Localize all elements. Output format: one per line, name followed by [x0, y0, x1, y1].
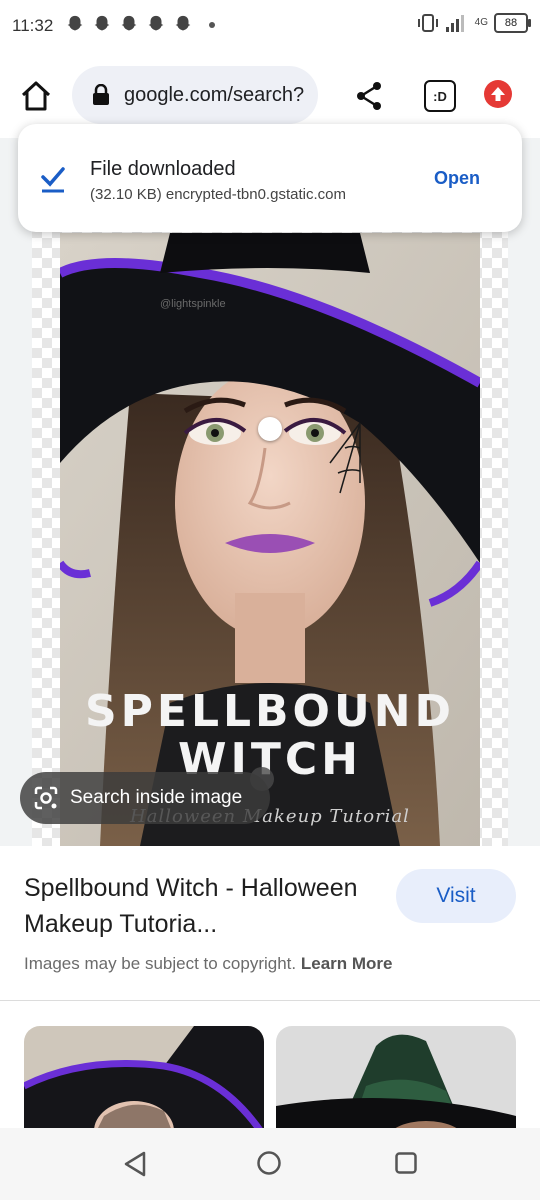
url-bar[interactable]: google.com/search?	[72, 66, 318, 124]
back-icon[interactable]	[122, 1150, 148, 1178]
search-inside-image-label: Search inside image	[70, 787, 243, 808]
home-icon[interactable]	[18, 78, 54, 114]
visit-button[interactable]: Visit	[396, 869, 516, 923]
network-type: 4G	[474, 17, 488, 28]
status-bar: 11:32 4G 88	[0, 0, 540, 52]
vibrate-icon	[417, 14, 438, 32]
image-watermark: @lightspinkle	[160, 298, 226, 310]
tab-switcher-icon[interactable]: :D	[424, 80, 456, 112]
image-title-line1: SPELLBOUND	[84, 686, 456, 737]
result-info: Spellbound Witch - Halloween Makeup Tuto…	[0, 846, 540, 1002]
section-divider	[0, 1000, 540, 1001]
url-text: google.com/search?	[124, 83, 305, 106]
snapchat-icon	[121, 15, 137, 31]
update-icon[interactable]	[484, 80, 512, 108]
more-notifications-dot	[209, 22, 215, 28]
snapchat-icon	[175, 15, 191, 31]
arrow-up-icon	[491, 87, 505, 101]
snapchat-icon	[94, 15, 110, 31]
open-download-button[interactable]: Open	[434, 168, 480, 189]
notification-icons	[64, 14, 215, 36]
related-image[interactable]	[24, 1026, 264, 1136]
image-preview[interactable]: @lightspinkle SPELLBOUND WITCH Halloween…	[0, 138, 540, 846]
browser-toolbar: google.com/search? :D	[0, 60, 540, 132]
download-title: File downloaded	[90, 158, 236, 180]
download-subtitle: (32.10 KB) encrypted-tbn0.gstatic.com	[90, 186, 346, 203]
copyright-text: Images may be subject to copyright.	[24, 954, 297, 973]
download-snackbar: File downloaded (32.10 KB) encrypted-tbn…	[18, 124, 522, 232]
search-inside-image-button[interactable]: Search inside image	[20, 772, 270, 824]
lock-icon	[93, 84, 109, 105]
tab-switcher-label: :D	[433, 88, 447, 104]
battery-icon: 88	[494, 13, 531, 33]
status-time: 11:32	[12, 16, 54, 35]
visit-button-label: Visit	[436, 884, 476, 907]
signal-icon	[445, 15, 464, 32]
system-nav-bar	[0, 1128, 540, 1200]
result-title[interactable]: Spellbound Witch - Halloween Makeup Tuto…	[24, 870, 384, 942]
download-complete-icon	[41, 167, 65, 193]
copyright-notice: Images may be subject to copyright. Lear…	[24, 954, 393, 974]
recent-apps-icon[interactable]	[394, 1151, 418, 1175]
share-icon[interactable]	[354, 80, 384, 112]
lens-focus-point[interactable]	[258, 417, 282, 441]
battery-level: 88	[504, 17, 518, 29]
snapchat-icon	[148, 15, 164, 31]
learn-more-link[interactable]: Learn More	[301, 954, 393, 973]
google-lens-icon	[34, 786, 58, 810]
related-image[interactable]	[276, 1026, 516, 1136]
snapchat-icon	[67, 15, 83, 31]
home-circle-icon[interactable]	[256, 1150, 282, 1176]
status-indicators: 4G 88	[417, 12, 531, 34]
